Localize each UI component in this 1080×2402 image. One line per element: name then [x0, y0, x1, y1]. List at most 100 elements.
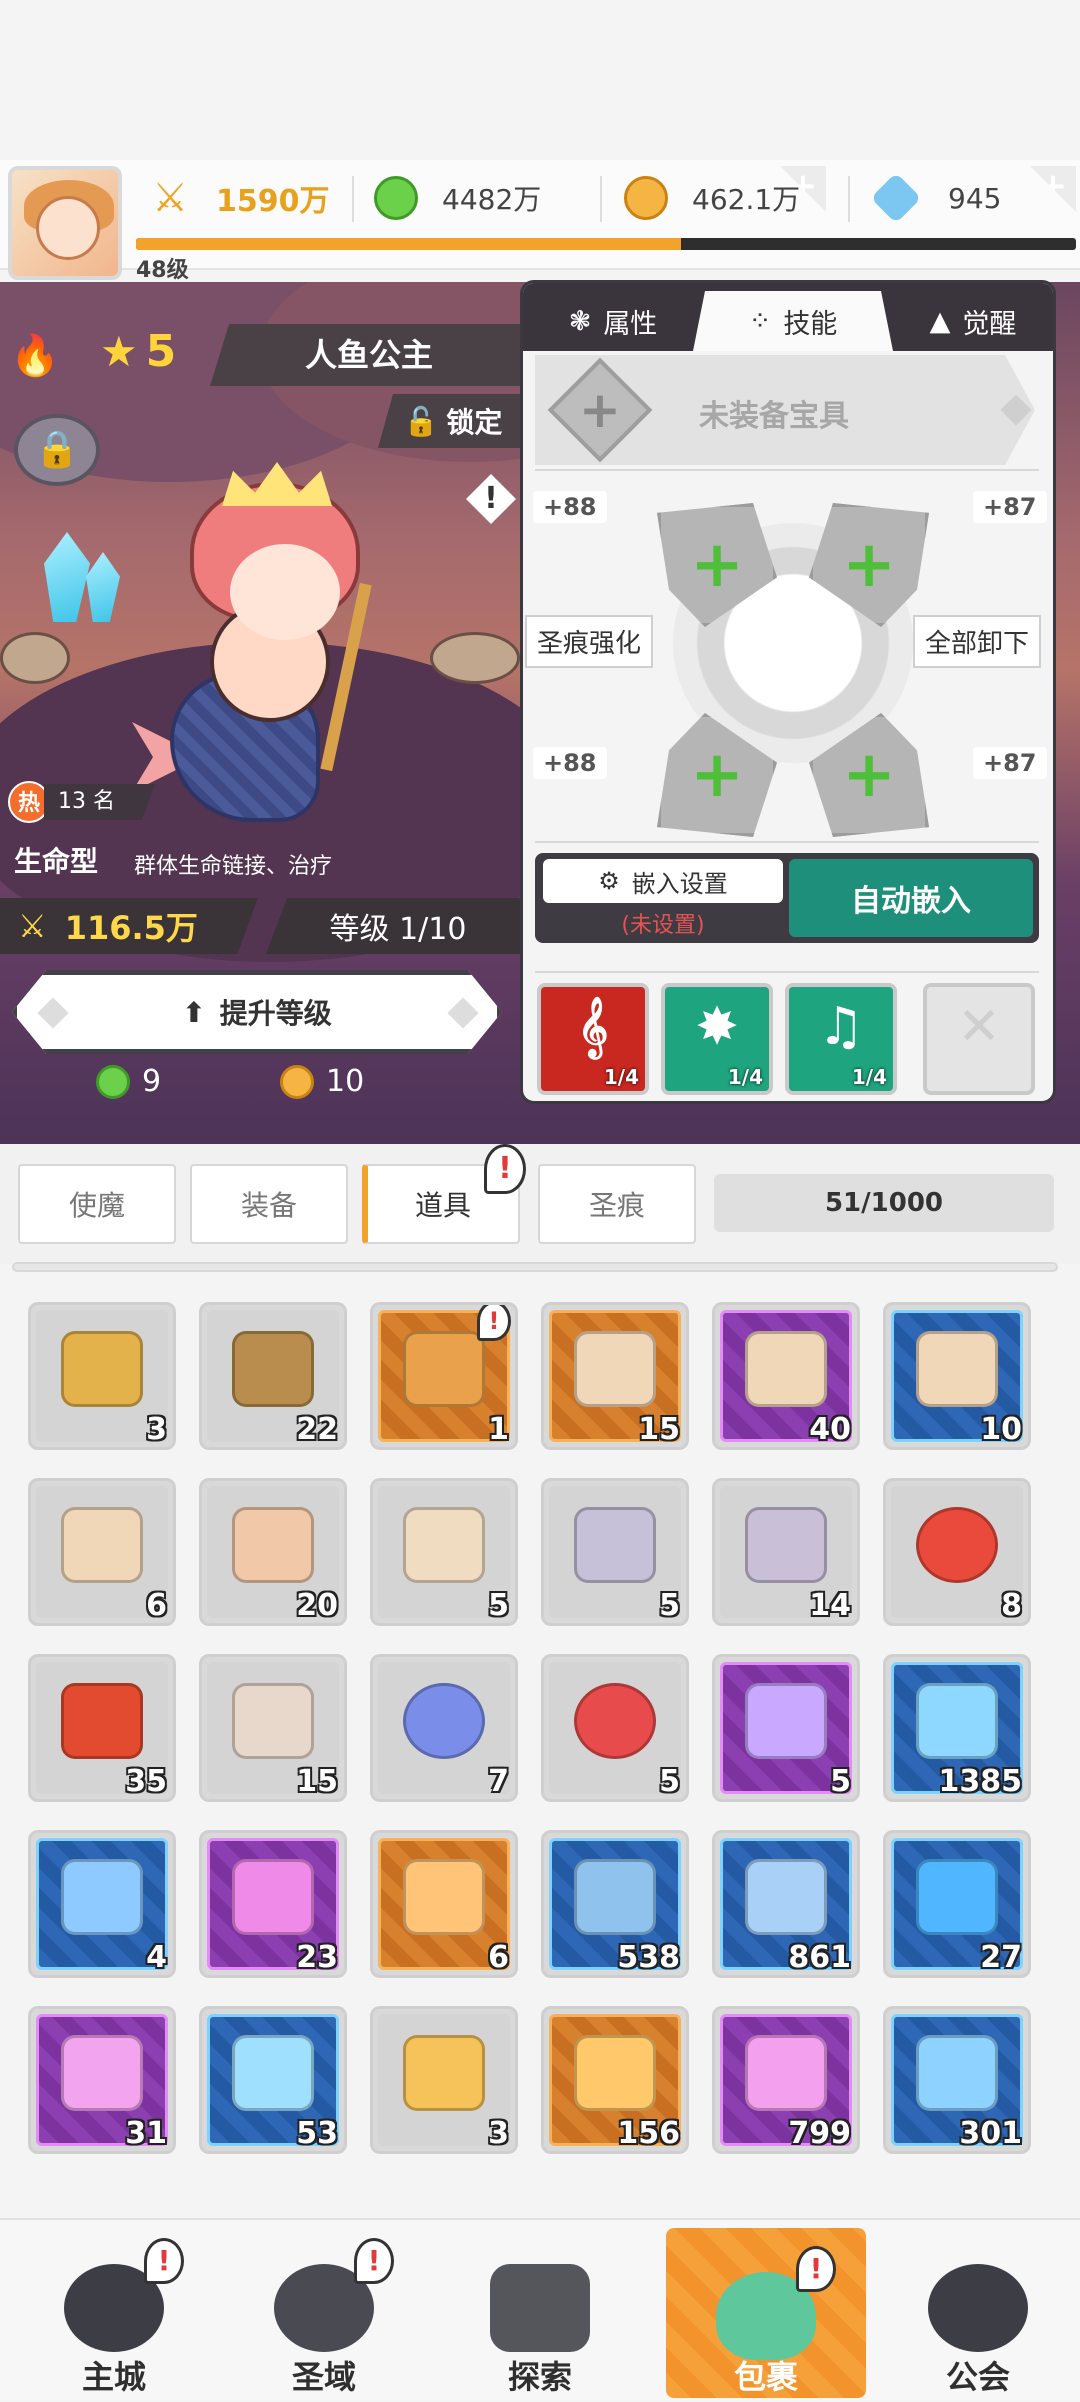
purple-gem-icon	[745, 1683, 827, 1759]
skill-slot-music[interactable]: 𝄞 1/4	[537, 983, 649, 1095]
tab-label: 技能	[783, 308, 838, 340]
tab-skills[interactable]: ⁘ 技能	[693, 291, 893, 351]
heart-icon	[916, 1507, 998, 1583]
xp-fill	[136, 238, 682, 250]
item-count: 40	[809, 1412, 851, 1447]
alert-icon: !	[144, 2238, 184, 2284]
inventory-item[interactable]: 53	[199, 2006, 347, 2154]
blue-gem-icon	[916, 1683, 998, 1759]
padlock-icon: 🔓	[403, 404, 439, 438]
nav-label: 圣域	[291, 2358, 356, 2396]
tab-equipment[interactable]: 装备	[190, 1164, 348, 1244]
nav-label: 公会	[945, 2358, 1010, 2396]
golden-card-icon	[61, 1331, 143, 1407]
scroll-divider	[12, 1262, 1058, 1272]
divider	[535, 841, 1039, 843]
inventory-item[interactable]: 5	[370, 1478, 518, 1626]
item-count: 301	[959, 2116, 1022, 2151]
inventory-item[interactable]: 27	[883, 1830, 1031, 1978]
inventory-item[interactable]: 8	[883, 1478, 1031, 1626]
inventory-capacity: 51/1000	[714, 1174, 1054, 1232]
inventory-item[interactable]: 23	[199, 1830, 347, 1978]
inventory-item[interactable]: 31	[28, 2006, 176, 2154]
warning-icon[interactable]: !	[466, 474, 516, 524]
unequip-all-button[interactable]: 全部卸下	[913, 615, 1042, 668]
red-scroll-icon	[61, 1683, 143, 1759]
inventory-item[interactable]: 14	[712, 1478, 860, 1626]
divider	[848, 176, 850, 222]
nav-inventory[interactable]: ! 包裹	[666, 2228, 866, 2398]
skills-icon: ⁘	[748, 305, 772, 337]
inventory-item[interactable]: 1385	[883, 1654, 1031, 1802]
orange-ore-icon	[403, 1859, 485, 1935]
lock-button[interactable]: 🔓 锁定	[378, 394, 528, 448]
stigmata-enhance-button[interactable]: 圣痕强化	[525, 615, 654, 668]
tab-familiars[interactable]: 使魔	[18, 1164, 176, 1244]
item-count: 7	[488, 1764, 509, 1799]
auto-embed-button[interactable]: 自动嵌入	[789, 859, 1033, 937]
inventory-item[interactable]: 15	[541, 1302, 689, 1450]
blue-ore-icon	[61, 1859, 143, 1935]
inventory-item[interactable]: 7	[370, 1654, 518, 1802]
inventory-item[interactable]: 1!	[370, 1302, 518, 1450]
inventory-item[interactable]: 3	[28, 1302, 176, 1450]
inventory-item[interactable]: 5	[541, 1654, 689, 1802]
upgrade-cost-green: 9	[96, 1064, 161, 1099]
inventory-item[interactable]: 301	[883, 2006, 1031, 2154]
stigmata-panel: ❃ 属性 ⁘ 技能 ▲ 觉醒 + 未装备宝具 + + + + +88 +87 +…	[520, 280, 1056, 1104]
inventory-item[interactable]: 5	[541, 1478, 689, 1626]
skill-slot-burst[interactable]: ✸ 1/4	[661, 983, 773, 1095]
hot-icon: 热	[8, 781, 50, 823]
player-avatar[interactable]	[8, 166, 122, 280]
fire-element-icon: 🔥	[10, 333, 60, 379]
item-count: 538	[617, 1940, 680, 1975]
nav-label: 主城	[81, 2358, 146, 2396]
item-count: 799	[788, 2116, 851, 2151]
green-orb-icon	[96, 1064, 130, 1099]
tab-attributes[interactable]: ❃ 属性	[533, 291, 693, 351]
nav-explore[interactable]: 探索	[440, 2220, 640, 2402]
treasure-slot[interactable]: + 未装备宝具	[535, 355, 1035, 465]
item-count: 10	[980, 1412, 1022, 1447]
inventory-item[interactable]: 4	[28, 1830, 176, 1978]
inventory-item[interactable]: 40	[712, 1302, 860, 1450]
skill-slot-heal[interactable]: ♫ 1/4	[785, 983, 897, 1095]
popularity-rank: 热 13 名	[8, 778, 155, 826]
inventory-item[interactable]: 6	[28, 1478, 176, 1626]
item-count: 3	[488, 2116, 509, 2151]
item-count: 6	[146, 1588, 167, 1623]
inventory-item[interactable]: 20	[199, 1478, 347, 1626]
embed-settings-button[interactable]: ⚙ 嵌入设置	[543, 859, 783, 903]
inventory-item[interactable]: 3	[370, 2006, 518, 2154]
item-count: 156	[617, 2116, 680, 2151]
skill-slot-empty[interactable]: ✕	[923, 983, 1035, 1095]
tab-awakening[interactable]: ▲ 觉醒	[893, 291, 1053, 351]
starburst-icon: ✸	[695, 997, 739, 1057]
inventory-item[interactable]: 5	[712, 1654, 860, 1802]
inventory-item[interactable]: 10	[883, 1302, 1031, 1450]
nav-sanctuary[interactable]: ! 圣域	[224, 2220, 424, 2402]
inventory-item[interactable]: 538	[541, 1830, 689, 1978]
rock	[0, 632, 70, 684]
divider	[600, 176, 602, 222]
inventory-item[interactable]: 156	[541, 2006, 689, 2154]
green-orb-icon	[374, 176, 418, 220]
slot-value-top-left: +88	[533, 491, 607, 523]
inventory-item[interactable]: 15	[199, 1654, 347, 1802]
tab-stigmata[interactable]: 圣痕	[538, 1164, 696, 1244]
nav-main-city[interactable]: ! 主城	[14, 2220, 214, 2402]
nav-guild[interactable]: 公会	[878, 2220, 1078, 2402]
inventory-item[interactable]: 861	[712, 1830, 860, 1978]
guild-emblem-icon	[928, 2264, 1028, 2352]
upgrade-level-button[interactable]: ⬆ 提升等级	[12, 970, 502, 1054]
character-role-description: 群体生命链接、治疗	[134, 854, 333, 879]
inventory-item[interactable]: 6	[370, 1830, 518, 1978]
arrow-up-icon: ⬆	[182, 995, 206, 1029]
inventory-item[interactable]: 35	[28, 1654, 176, 1802]
item-count: 3	[146, 1412, 167, 1447]
item-count: 20	[296, 1588, 338, 1623]
inventory-item[interactable]: 799	[712, 2006, 860, 2154]
inventory-item[interactable]: 22	[199, 1302, 347, 1450]
locked-skin-icon[interactable]: 🔒	[14, 414, 100, 486]
pink-ingot-icon	[745, 2035, 827, 2111]
